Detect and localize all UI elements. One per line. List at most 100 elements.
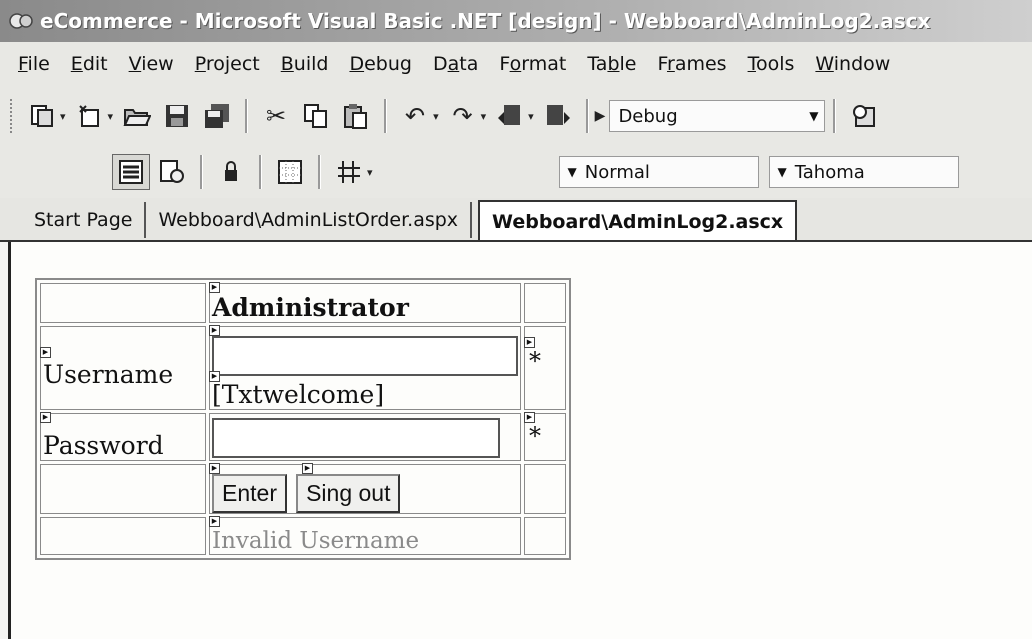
chevron-down-icon[interactable]: ▼ (778, 165, 787, 179)
table-cell[interactable] (209, 413, 521, 461)
toolbar-separator (833, 99, 837, 133)
menu-table[interactable]: Table (587, 53, 636, 75)
username-required-marker: * (529, 347, 541, 375)
table-cell[interactable]: ▶ Administrator (209, 282, 521, 323)
server-control-glyph-icon: ▶ (40, 412, 51, 423)
server-control-glyph-icon: ▶ (209, 282, 220, 293)
welcome-label: [Txtwelcome] (212, 380, 385, 409)
solution-configuration-select[interactable]: Debug ▼ (609, 100, 826, 132)
tab-1[interactable]: Webboard\AdminListOrder.aspx (146, 202, 473, 238)
navigate-forward-icon[interactable] (540, 99, 576, 133)
solution-configuration-value: Debug (618, 105, 678, 127)
server-control-glyph-icon: ▶ (302, 463, 313, 474)
password-label: Password (43, 431, 164, 460)
standard-toolbar: ▾ ▾ ✂ ↶ ▾ ↷ ▾ ▾ ▶ Debug ▼ (0, 86, 1032, 146)
toolbar-separator (384, 99, 388, 133)
block-format-select[interactable] (383, 156, 559, 188)
toolbar-separator (200, 155, 203, 189)
chevron-down-icon[interactable]: ▾ (481, 110, 487, 123)
open-folder-icon[interactable] (119, 99, 155, 133)
formatting-toolbar: ▾ ▼ Normal ▼ Tahoma (0, 146, 1032, 199)
chevron-down-icon[interactable]: ▼ (568, 165, 577, 179)
menu-window[interactable]: Window (815, 53, 890, 75)
table-cell (40, 517, 206, 555)
start-icon[interactable]: ▶ (595, 108, 606, 124)
menu-frames[interactable]: Frames (657, 53, 726, 75)
title-bar: eCommerce - Microsoft Visual Basic .NET … (0, 0, 1032, 42)
copy-icon[interactable] (298, 99, 334, 133)
undo-icon[interactable]: ↶ (397, 99, 433, 133)
document-tabs: Start Page Webboard\AdminListOrder.aspx We… (0, 198, 1032, 242)
table-cell[interactable]: ▶ Enter ▶ Sing out (209, 463, 521, 514)
menu-file[interactable]: File (18, 53, 50, 75)
invalid-username-message: Invalid Username (212, 528, 420, 554)
chevron-down-icon[interactable]: ▾ (60, 110, 66, 123)
table-cell: ▶ * (524, 412, 566, 461)
design-view-icon[interactable] (112, 154, 150, 190)
table-cell[interactable]: ▶ ▶ [Txtwelcome] (209, 325, 521, 410)
table-cell: ▶ * (524, 326, 566, 410)
server-control-glyph-icon: ▶ (209, 516, 220, 527)
lock-icon[interactable] (213, 155, 249, 189)
html-view-icon[interactable] (154, 155, 190, 189)
chevron-down-icon[interactable]: ▾ (433, 110, 439, 123)
menu-tools[interactable]: Tools (748, 53, 795, 75)
font-name-select[interactable]: ▼ Tahoma (768, 156, 959, 188)
menu-project[interactable]: Project (195, 53, 260, 75)
tab-0[interactable]: Start Page (18, 202, 147, 238)
find-in-files-icon[interactable] (846, 99, 882, 133)
navigate-backward-icon[interactable] (492, 99, 528, 133)
menu-format[interactable]: Format (499, 53, 566, 75)
sign-out-button[interactable]: Sing out (296, 474, 401, 513)
toolbar-separator (245, 99, 249, 133)
username-label: Username (43, 360, 174, 389)
chevron-down-icon[interactable]: ▼ (809, 109, 818, 123)
table-cell[interactable] (40, 283, 206, 323)
save-all-icon[interactable] (199, 99, 235, 133)
redo-icon[interactable]: ↷ (445, 99, 481, 133)
table-cell (524, 464, 566, 514)
table-cell: ▶ Username (40, 326, 206, 410)
menu-edit[interactable]: Edit (71, 53, 108, 75)
font-name-value: Tahoma (794, 161, 865, 183)
table-cell[interactable]: ▶ Invalid Username (209, 516, 521, 555)
menu-view[interactable]: View (129, 53, 174, 75)
paste-icon[interactable] (338, 99, 374, 133)
chevron-down-icon[interactable]: ▾ (367, 166, 373, 179)
show-grid-icon[interactable] (272, 155, 308, 189)
login-control-table[interactable]: ▶ Administrator ▶ Username ▶ ▶ [Txtwelco… (35, 278, 571, 560)
paragraph-style-value: Normal (584, 161, 650, 183)
tab-2[interactable]: Webboard\AdminLog2.ascx (478, 200, 798, 240)
administrator-heading: Administrator (212, 293, 409, 322)
server-control-glyph-icon: ▶ (40, 347, 51, 358)
table-cell (524, 517, 566, 555)
add-item-icon[interactable] (72, 99, 108, 133)
new-project-icon[interactable] (24, 99, 60, 133)
table-cell[interactable] (524, 283, 566, 323)
password-input[interactable] (212, 418, 500, 458)
table-cell: ▶ Password (40, 412, 206, 461)
menu-debug[interactable]: Debug (349, 53, 412, 75)
toolbar-separator (318, 155, 321, 189)
cut-icon[interactable]: ✂ (258, 99, 294, 133)
toolbar-grip[interactable] (10, 99, 16, 133)
toolbar-separator (585, 99, 589, 133)
design-surface[interactable]: ▶ Administrator ▶ Username ▶ ▶ [Txtwelco… (8, 242, 1032, 639)
server-control-glyph-icon: ▶ (209, 325, 220, 336)
menu-build[interactable]: Build (281, 53, 329, 75)
chevron-down-icon[interactable]: ▾ (108, 110, 114, 123)
menu-data[interactable]: Data (433, 53, 478, 75)
snap-to-grid-icon[interactable] (331, 155, 367, 189)
save-icon[interactable] (159, 99, 195, 133)
server-control-glyph-icon: ▶ (209, 371, 220, 382)
window-title: eCommerce - Microsoft Visual Basic .NET … (40, 9, 931, 33)
server-control-glyph-icon: ▶ (209, 463, 220, 474)
toolbar-separator (259, 155, 262, 189)
paragraph-style-select[interactable]: ▼ Normal (558, 156, 759, 188)
chevron-down-icon[interactable]: ▾ (528, 110, 534, 123)
table-cell (40, 464, 206, 514)
visual-studio-icon (9, 13, 33, 29)
password-required-marker: * (529, 422, 541, 450)
enter-button[interactable]: Enter (212, 474, 287, 513)
username-input[interactable] (212, 336, 518, 376)
